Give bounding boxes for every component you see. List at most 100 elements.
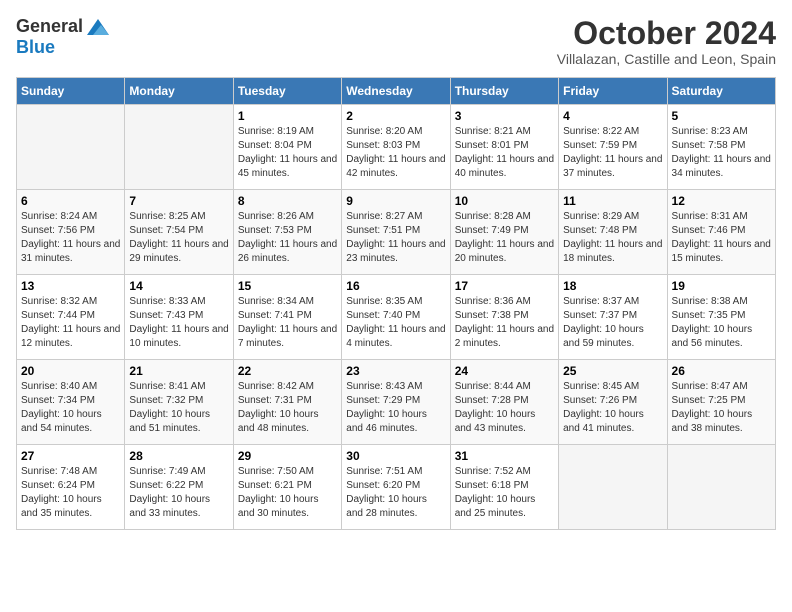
calendar-cell: 1Sunrise: 8:19 AMSunset: 8:04 PMDaylight… — [233, 105, 341, 190]
day-number: 20 — [21, 364, 120, 378]
title-area: October 2024 Villalazan, Castille and Le… — [557, 16, 776, 67]
day-header-thursday: Thursday — [450, 78, 558, 105]
logo-general-text: General — [16, 16, 83, 37]
calendar-cell: 15 Sunrise: 8:34 AMSunset: 7:41 PMDayligh… — [233, 275, 341, 360]
cell-info: Sunrise: 8:21 AMSunset: 8:01 PMDaylight:… — [455, 125, 554, 181]
logo: General Blue — [16, 16, 109, 58]
logo-icon — [87, 19, 109, 35]
calendar-cell: 27 Sunrise: 7:48 AMSunset: 6:24 PMDayligh… — [17, 445, 125, 530]
month-title: October 2024 — [557, 16, 776, 51]
calendar-table: SundayMondayTuesdayWednesdayThursdayFrid… — [16, 77, 776, 530]
day-number: 19 — [672, 279, 771, 293]
calendar-cell: 2 Sunrise: 8:20 AMSunset: 8:03 PMDaylight… — [342, 105, 450, 190]
cell-info: Sunrise: 8:31 AMSunset: 7:46 PMDaylight:… — [672, 210, 771, 266]
day-number: 28 — [129, 449, 228, 463]
cell-info: Sunrise: 8:24 AMSunset: 7:56 PMDaylight:… — [21, 210, 120, 266]
cell-info: Sunrise: 8:42 AMSunset: 7:31 PMDaylight:… — [238, 380, 337, 436]
cell-info: Sunrise: 8:28 AMSunset: 7:49 PMDaylight:… — [455, 210, 554, 266]
calendar-cell — [17, 105, 125, 190]
cell-info: Sunrise: 8:23 AMSunset: 7:58 PMDaylight:… — [672, 125, 771, 181]
calendar-cell: 6 Sunrise: 8:24 AMSunset: 7:56 PMDaylight… — [17, 190, 125, 275]
day-number: 30 — [346, 449, 445, 463]
calendar-header-row: SundayMondayTuesdayWednesdayThursdayFrid… — [17, 78, 776, 105]
calendar-week-1: 1Sunrise: 8:19 AMSunset: 8:04 PMDaylight… — [17, 105, 776, 190]
calendar-cell: 18 Sunrise: 8:37 AMSunset: 7:37 PMDayligh… — [559, 275, 667, 360]
cell-info: Sunrise: 8:29 AMSunset: 7:48 PMDaylight:… — [563, 210, 662, 266]
cell-info: Sunrise: 8:36 AMSunset: 7:38 PMDaylight:… — [455, 295, 554, 351]
day-number: 23 — [346, 364, 445, 378]
cell-info: Sunrise: 7:49 AMSunset: 6:22 PMDaylight:… — [129, 465, 228, 521]
day-number: 7 — [129, 194, 228, 208]
cell-info: Sunrise: 8:20 AMSunset: 8:03 PMDaylight:… — [346, 125, 445, 181]
cell-info: Sunrise: 8:22 AMSunset: 7:59 PMDaylight:… — [563, 125, 662, 181]
cell-info: Sunrise: 8:45 AMSunset: 7:26 PMDaylight:… — [563, 380, 662, 436]
day-number: 22 — [238, 364, 337, 378]
cell-info: Sunrise: 7:51 AMSunset: 6:20 PMDaylight:… — [346, 465, 445, 521]
calendar-cell: 20 Sunrise: 8:40 AMSunset: 7:34 PMDayligh… — [17, 360, 125, 445]
day-number: 26 — [672, 364, 771, 378]
day-number: 2 — [346, 109, 445, 123]
calendar-cell: 3Sunrise: 8:21 AMSunset: 8:01 PMDaylight… — [450, 105, 558, 190]
logo-blue-text: Blue — [16, 37, 55, 57]
calendar-cell: 17Sunrise: 8:36 AMSunset: 7:38 PMDayligh… — [450, 275, 558, 360]
calendar-cell: 28 Sunrise: 7:49 AMSunset: 6:22 PMDayligh… — [125, 445, 233, 530]
day-number: 18 — [563, 279, 662, 293]
cell-info: Sunrise: 8:27 AMSunset: 7:51 PMDaylight:… — [346, 210, 445, 266]
cell-info: Sunrise: 8:47 AMSunset: 7:25 PMDaylight:… — [672, 380, 771, 436]
day-header-wednesday: Wednesday — [342, 78, 450, 105]
calendar-week-3: 13 Sunrise: 8:32 AMSunset: 7:44 PMDayligh… — [17, 275, 776, 360]
cell-info: Sunrise: 8:44 AMSunset: 7:28 PMDaylight:… — [455, 380, 554, 436]
calendar-week-2: 6 Sunrise: 8:24 AMSunset: 7:56 PMDaylight… — [17, 190, 776, 275]
calendar-cell: 9 Sunrise: 8:27 AMSunset: 7:51 PMDaylight… — [342, 190, 450, 275]
calendar-week-4: 20 Sunrise: 8:40 AMSunset: 7:34 PMDayligh… — [17, 360, 776, 445]
day-number: 8 — [238, 194, 337, 208]
calendar-cell: 7 Sunrise: 8:25 AMSunset: 7:54 PMDaylight… — [125, 190, 233, 275]
day-header-monday: Monday — [125, 78, 233, 105]
calendar-cell: 8 Sunrise: 8:26 AMSunset: 7:53 PMDaylight… — [233, 190, 341, 275]
day-number: 29 — [238, 449, 337, 463]
calendar-cell: 4Sunrise: 8:22 AMSunset: 7:59 PMDaylight… — [559, 105, 667, 190]
day-number: 27 — [21, 449, 120, 463]
cell-info: Sunrise: 8:40 AMSunset: 7:34 PMDaylight:… — [21, 380, 120, 436]
calendar-week-5: 27 Sunrise: 7:48 AMSunset: 6:24 PMDayligh… — [17, 445, 776, 530]
calendar-cell: 13 Sunrise: 8:32 AMSunset: 7:44 PMDayligh… — [17, 275, 125, 360]
calendar-cell: 23Sunrise: 8:43 AMSunset: 7:29 PMDayligh… — [342, 360, 450, 445]
cell-info: Sunrise: 8:19 AMSunset: 8:04 PMDaylight:… — [238, 125, 337, 181]
day-number: 11 — [563, 194, 662, 208]
calendar-cell — [559, 445, 667, 530]
cell-info: Sunrise: 8:32 AMSunset: 7:44 PMDaylight:… — [21, 295, 120, 351]
calendar-cell: 19 Sunrise: 8:38 AMSunset: 7:35 PMDayligh… — [667, 275, 775, 360]
cell-info: Sunrise: 8:34 AMSunset: 7:41 PMDaylight:… — [238, 295, 337, 351]
cell-info: Sunrise: 8:37 AMSunset: 7:37 PMDaylight:… — [563, 295, 662, 351]
day-number: 14 — [129, 279, 228, 293]
calendar-cell: 11 Sunrise: 8:29 AMSunset: 7:48 PMDayligh… — [559, 190, 667, 275]
day-number: 5 — [672, 109, 771, 123]
cell-info: Sunrise: 8:25 AMSunset: 7:54 PMDaylight:… — [129, 210, 228, 266]
cell-info: Sunrise: 8:35 AMSunset: 7:40 PMDaylight:… — [346, 295, 445, 351]
calendar-cell: 22 Sunrise: 8:42 AMSunset: 7:31 PMDayligh… — [233, 360, 341, 445]
calendar-cell: 25 Sunrise: 8:45 AMSunset: 7:26 PMDayligh… — [559, 360, 667, 445]
cell-info: Sunrise: 7:50 AMSunset: 6:21 PMDaylight:… — [238, 465, 337, 521]
calendar-body: 1Sunrise: 8:19 AMSunset: 8:04 PMDaylight… — [17, 105, 776, 530]
calendar-cell: 24 Sunrise: 8:44 AMSunset: 7:28 PMDayligh… — [450, 360, 558, 445]
location-subtitle: Villalazan, Castille and Leon, Spain — [557, 51, 776, 67]
calendar-cell: 31Sunrise: 7:52 AMSunset: 6:18 PMDayligh… — [450, 445, 558, 530]
day-number: 6 — [21, 194, 120, 208]
day-header-tuesday: Tuesday — [233, 78, 341, 105]
day-number: 21 — [129, 364, 228, 378]
cell-info: Sunrise: 7:48 AMSunset: 6:24 PMDaylight:… — [21, 465, 120, 521]
day-header-friday: Friday — [559, 78, 667, 105]
calendar-cell: 10Sunrise: 8:28 AMSunset: 7:49 PMDayligh… — [450, 190, 558, 275]
calendar-cell: 30 Sunrise: 7:51 AMSunset: 6:20 PMDayligh… — [342, 445, 450, 530]
day-header-saturday: Saturday — [667, 78, 775, 105]
day-number: 24 — [455, 364, 554, 378]
day-number: 13 — [21, 279, 120, 293]
day-number: 15 — [238, 279, 337, 293]
cell-info: Sunrise: 7:52 AMSunset: 6:18 PMDaylight:… — [455, 465, 554, 521]
cell-info: Sunrise: 8:38 AMSunset: 7:35 PMDaylight:… — [672, 295, 771, 351]
cell-info: Sunrise: 8:33 AMSunset: 7:43 PMDaylight:… — [129, 295, 228, 351]
calendar-cell: 29 Sunrise: 7:50 AMSunset: 6:21 PMDayligh… — [233, 445, 341, 530]
day-number: 25 — [563, 364, 662, 378]
day-number: 9 — [346, 194, 445, 208]
cell-info: Sunrise: 8:26 AMSunset: 7:53 PMDaylight:… — [238, 210, 337, 266]
